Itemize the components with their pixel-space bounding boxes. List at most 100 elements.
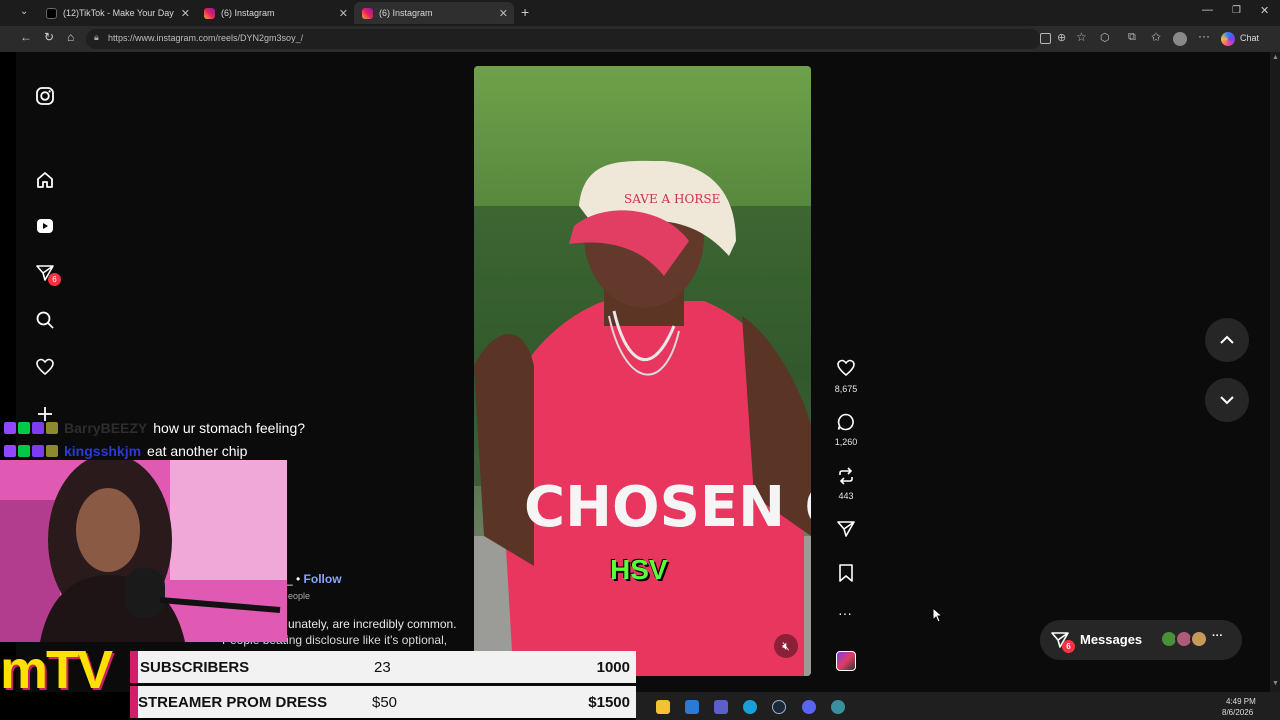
goal-label: STREAMER PROM DRESS <box>138 693 328 711</box>
like-icon[interactable] <box>836 358 856 383</box>
home-icon[interactable]: ⌂ <box>67 30 74 44</box>
liked-by-text: eople <box>288 591 311 601</box>
lock-icon: 🔒︎ <box>94 32 99 42</box>
tab-title: (12)TikTok - Make Your Day <box>63 8 174 18</box>
comments-count: 1,260 <box>834 437 858 447</box>
reposts-count: 443 <box>838 491 854 501</box>
notifications-badge: 6 <box>48 273 61 286</box>
goal-target: $1500 <box>588 693 630 711</box>
audio-thumbnail[interactable] <box>836 651 856 671</box>
repost-icon[interactable] <box>836 466 856 491</box>
new-tab-icon[interactable]: + <box>521 4 529 20</box>
split-screen-icon[interactable]: ⧉ <box>1128 31 1136 44</box>
extension-icon[interactable]: ⬡ <box>1100 31 1110 44</box>
chat-message: BarryBEEZY how ur stomach feeling? <box>4 418 305 438</box>
scroll-down-icon[interactable]: ▼ <box>1272 680 1279 687</box>
obs-icon[interactable] <box>831 700 845 714</box>
video-caption-overlay: HSV <box>610 554 668 585</box>
minimize-icon[interactable]: — <box>1202 4 1213 16</box>
reel-video[interactable]: SAVE A HORSE CHOSEN ONE HSV 🔇︎ <box>474 66 811 676</box>
app-icon[interactable] <box>1040 33 1051 44</box>
more-icon[interactable]: ··· <box>1198 29 1210 43</box>
save-bookmark-icon[interactable] <box>836 563 856 588</box>
webcam-overlay <box>0 460 287 642</box>
instagram-icon <box>362 7 373 19</box>
badge-icon <box>4 422 16 434</box>
tab-tiktok[interactable]: (12)TikTok - Make Your Day ✕ <box>38 2 196 24</box>
close-tab-icon[interactable]: ✕ <box>499 7 508 20</box>
close-window-icon[interactable]: ✕ <box>1260 4 1269 17</box>
zoom-icon[interactable]: ⊕ <box>1057 31 1066 44</box>
share-icon[interactable] <box>836 519 856 544</box>
follow-label[interactable]: Follow <box>304 572 342 586</box>
likes-count: 8,675 <box>834 384 858 394</box>
taskbar <box>636 692 1280 720</box>
store-icon[interactable] <box>685 700 699 714</box>
more-contacts-icon: ··· <box>1212 630 1223 642</box>
tab-title: (6) Instagram <box>221 8 275 18</box>
contact-avatar <box>1190 630 1208 648</box>
more-options-icon[interactable]: ··· <box>838 605 852 621</box>
file-explorer-icon[interactable] <box>656 700 670 714</box>
scroll-up-icon[interactable]: ▲ <box>1272 54 1279 61</box>
notifications-heart-icon[interactable] <box>34 356 56 378</box>
previous-reel-button[interactable] <box>1205 318 1249 362</box>
badge-icon <box>4 445 16 457</box>
discord-icon[interactable] <box>802 700 816 714</box>
url-text: https://www.instagram.com/reels/DYN2gm3s… <box>108 33 304 43</box>
chat-text: eat another chip <box>147 443 248 459</box>
badge-icon <box>18 422 30 434</box>
back-icon[interactable]: ← <box>20 30 32 44</box>
comment-icon[interactable] <box>836 412 856 437</box>
webcam-frame <box>0 460 287 642</box>
badge-icon <box>18 445 30 457</box>
goal-current: $50 <box>372 693 398 711</box>
favorites-icon[interactable]: ✩ <box>1151 30 1161 44</box>
instagram-logo-icon[interactable] <box>34 85 56 107</box>
close-tab-icon[interactable]: ✕ <box>339 7 348 20</box>
maximize-icon[interactable]: ❐ <box>1232 5 1241 16</box>
goal-row-prom-dress: STREAMER PROM DRESS $50 $1500 <box>130 686 636 718</box>
taskbar-date: 8/6/2026 <box>1222 708 1254 717</box>
close-tab-icon[interactable]: ✕ <box>181 7 190 20</box>
badge-icon <box>32 445 44 457</box>
address-bar: ← ↻ ⌂ 🔒︎ https://www.instagram.com/reels… <box>0 26 1280 52</box>
teams-icon[interactable] <box>714 700 728 714</box>
goal-target: 1000 <box>596 658 630 676</box>
profile-avatar[interactable] <box>1173 32 1187 46</box>
steam-icon[interactable] <box>772 700 786 714</box>
chat-button[interactable]: Chat <box>1240 33 1259 43</box>
follow-link[interactable]: _ • Follow <box>286 572 342 586</box>
badge-icon <box>46 422 58 434</box>
tab-instagram-2[interactable]: (6) Instagram ✕ <box>354 2 514 24</box>
goal-row-subscribers: SUBSCRIBERS 23 1000 <box>130 651 636 683</box>
mute-icon[interactable]: 🔇︎ <box>774 634 798 658</box>
mouse-cursor <box>932 606 944 628</box>
shirt-text: CHOSEN ONE <box>524 475 811 540</box>
favorite-star-icon[interactable]: ☆ <box>1076 30 1087 44</box>
messages-button[interactable]: 6 Messages ··· <box>1040 620 1242 660</box>
reels-nav-icon[interactable] <box>34 215 56 237</box>
chat-username: kingsshkjm <box>64 443 142 459</box>
tab-list-chevron-icon[interactable]: ⌄ <box>20 6 28 17</box>
scrollbar[interactable]: ▲ ▼ <box>1270 52 1280 692</box>
refresh-icon[interactable]: ↻ <box>44 30 54 44</box>
search-icon[interactable] <box>34 309 56 331</box>
chat-username: BarryBEEZY <box>64 420 148 436</box>
post-description-line1: unately, are incredibly common. <box>288 617 457 631</box>
chevron-down-icon <box>1220 396 1234 405</box>
taskbar-time: 4:49 PM <box>1226 697 1256 706</box>
home-nav-icon[interactable] <box>34 169 56 191</box>
messages-label: Messages <box>1080 632 1143 647</box>
next-reel-button[interactable] <box>1205 378 1249 422</box>
tab-title: (6) Instagram <box>379 8 433 18</box>
goal-current: 23 <box>374 658 391 676</box>
chat-text: how ur stomach feeling? <box>153 420 306 436</box>
goal-label: SUBSCRIBERS <box>140 658 250 676</box>
url-field[interactable]: 🔒︎ https://www.instagram.com/reels/DYN2g… <box>86 29 1041 49</box>
chevron-up-icon <box>1220 335 1234 344</box>
tab-instagram-1[interactable]: (6) Instagram ✕ <box>196 2 354 24</box>
copilot-icon[interactable] <box>1221 32 1235 46</box>
instagram-icon <box>204 7 215 19</box>
edge-icon[interactable] <box>743 700 757 714</box>
